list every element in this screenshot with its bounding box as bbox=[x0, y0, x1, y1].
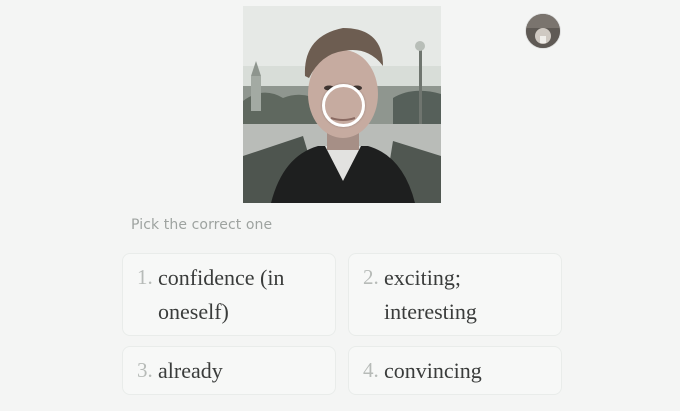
option-text: exciting; interesting bbox=[384, 265, 477, 324]
option-text: already bbox=[158, 358, 223, 383]
option-text: convincing bbox=[384, 358, 482, 383]
question-prompt: Pick the correct one bbox=[131, 217, 273, 233]
focus-circle bbox=[322, 84, 365, 127]
option-number: 1. bbox=[137, 265, 153, 289]
option-number: 3. bbox=[137, 358, 153, 382]
option-text: confidence (in oneself) bbox=[158, 265, 285, 324]
answer-option-1[interactable]: 1. confidence (in oneself) bbox=[122, 253, 336, 336]
answer-option-3[interactable]: 3. already bbox=[122, 346, 336, 395]
option-number: 2. bbox=[363, 265, 379, 289]
answer-option-2[interactable]: 2. exciting; interesting bbox=[348, 253, 562, 336]
avatar[interactable] bbox=[526, 14, 560, 48]
quiz-screen: Pick the correct one 1. confidence (in o… bbox=[0, 0, 680, 411]
user-avatar-icon bbox=[526, 14, 560, 48]
answer-option-4[interactable]: 4. convincing bbox=[348, 346, 562, 395]
option-number: 4. bbox=[363, 358, 379, 382]
